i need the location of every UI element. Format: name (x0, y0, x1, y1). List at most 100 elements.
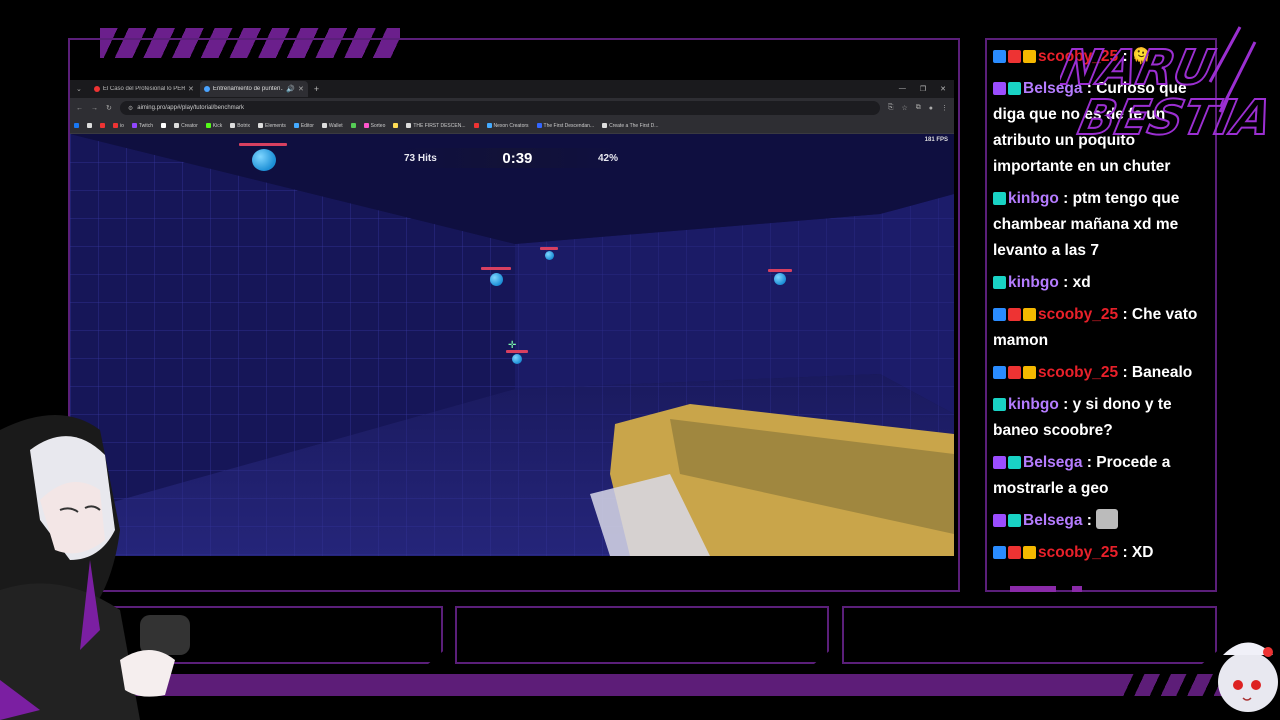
bookmark-favicon-icon (100, 123, 105, 128)
badge-icon (993, 398, 1006, 411)
bookmark-favicon-icon (536, 123, 542, 128)
bookmark-item[interactable]: Create a The First D... (602, 123, 658, 129)
user-badges (993, 366, 1036, 379)
bookmark-item[interactable] (350, 123, 356, 128)
bookmark-item[interactable]: Creator (174, 123, 198, 129)
url-field[interactable]: ⚙ aiming.pro/app#/play/tutorial/benchmar… (119, 101, 880, 115)
reload-icon[interactable]: ↻ (106, 104, 112, 112)
window-controls: — ❐ ✕ (899, 85, 954, 93)
bookmark-item[interactable] (473, 123, 479, 128)
bottom-panel-center (455, 606, 829, 664)
badge-icon (1008, 366, 1021, 379)
close-icon[interactable]: ✕ (298, 85, 304, 93)
user-badges (993, 82, 1021, 95)
speaker-icon[interactable]: 🔊 (286, 85, 295, 93)
tab-video[interactable]: El Caso del Profesional lo PERD... ✕ (90, 81, 198, 97)
chat-username[interactable]: kinbgo (1008, 274, 1059, 291)
badge-icon (1008, 456, 1021, 469)
bookmark-item[interactable] (87, 123, 92, 128)
badge-icon (993, 514, 1006, 527)
badge-icon (1008, 514, 1021, 527)
bottom-panel-right (842, 606, 1217, 664)
bookmark-item[interactable]: io (113, 123, 124, 129)
back-icon[interactable]: ← (76, 105, 83, 112)
youtube-icon (93, 86, 100, 92)
bookmark-favicon-icon (293, 123, 299, 128)
hits-counter: 73 Hits (404, 152, 437, 164)
bookmark-item[interactable]: Kick (205, 123, 222, 129)
bookmark-star-icon[interactable]: ☆ (901, 104, 907, 112)
channel-logo: NARU BESTIA (1060, 26, 1270, 147)
chat-text: : (1082, 512, 1097, 529)
chat-text: : Banealo (1118, 364, 1193, 381)
target-sphere[interactable] (512, 354, 522, 364)
user-badges (993, 192, 1006, 205)
bookmark-favicon-icon (406, 123, 412, 128)
bookmark-item[interactable]: Twitch (131, 123, 153, 129)
forward-icon[interactable]: → (91, 105, 98, 112)
bookmark-label: The First Descendan... (543, 122, 595, 129)
chat-username[interactable]: kinbgo (1008, 396, 1059, 413)
bookmark-favicon-icon (486, 123, 492, 128)
bookmark-favicon-icon (393, 123, 399, 128)
minimize-icon[interactable]: — (899, 85, 906, 93)
maximize-icon[interactable]: ❐ (920, 85, 926, 93)
chat-message: kinbgo : y si dono y te baneo scoobre? (993, 392, 1219, 444)
bookmark-item[interactable]: Nexon Creators (486, 123, 529, 129)
bookmark-label: Creator (181, 122, 198, 129)
game-hud: 73 Hits 0:39 42% (400, 148, 622, 168)
chat-message: kinbgo : xd (993, 270, 1219, 296)
bookmark-label: Wallet (328, 122, 343, 129)
bookmark-item[interactable]: Elements (258, 123, 286, 129)
bookmark-label: Sorteo (370, 122, 386, 129)
tab-aiming[interactable]: Entrenamiento de punterí... 🔊 ✕ (199, 81, 308, 97)
bookmark-item[interactable] (161, 123, 167, 128)
bookmark-favicon-icon (321, 123, 327, 128)
bookmark-item[interactable]: Editor (293, 123, 314, 129)
translate-icon[interactable]: ⎘ (888, 104, 894, 112)
close-icon[interactable]: ✕ (188, 85, 194, 93)
url-text: aiming.pro/app#/play/tutorial/benchmark (137, 105, 244, 111)
cat-emote (1096, 509, 1119, 529)
bookmark-item[interactable] (74, 123, 79, 128)
extensions-icon[interactable]: ⧉ (916, 104, 921, 112)
accuracy-readout: 42% (597, 152, 618, 164)
badge-icon (993, 82, 1006, 95)
streamer-avatar (0, 415, 190, 720)
chat-username[interactable]: Belsega (1023, 454, 1082, 471)
profile-icon[interactable]: ● (929, 105, 933, 112)
chat-username[interactable]: scooby_25 (1038, 364, 1118, 381)
bookmark-item[interactable] (100, 123, 105, 128)
target-sphere[interactable] (490, 273, 503, 286)
badge-icon (993, 276, 1006, 289)
user-badges (993, 456, 1021, 469)
bookmark-label: Elements (265, 122, 286, 129)
chat-username[interactable]: kinbgo (1008, 190, 1059, 207)
close-window-icon[interactable]: ✕ (940, 85, 946, 93)
site-info-icon[interactable]: ⚙ (128, 105, 133, 112)
logo-word-1: NARU (1060, 40, 1219, 95)
user-badges (993, 514, 1021, 527)
chat-username[interactable]: scooby_25 (1038, 306, 1118, 323)
tab-search-icon[interactable]: ⌄ (76, 85, 82, 93)
chat-username[interactable]: scooby_25 (1038, 544, 1118, 561)
bookmark-favicon-icon (473, 123, 479, 128)
bookmark-item[interactable] (393, 123, 399, 128)
bookmark-item[interactable]: Botrix (230, 123, 250, 129)
tab-strip: ⌄ El Caso del Profesional lo PERD... ✕ E… (70, 80, 954, 98)
target-sphere[interactable] (774, 273, 786, 285)
bookmark-item[interactable]: THE FIRST DESCEN... (406, 123, 466, 129)
bookmark-item[interactable]: Wallet (321, 122, 343, 129)
chat-bar-decoration (1010, 586, 1056, 592)
target-sphere[interactable] (545, 251, 554, 260)
site-icon (203, 86, 210, 92)
tab-label: Entrenamiento de punterí... (212, 86, 284, 92)
target-sphere[interactable] (252, 149, 276, 171)
bookmark-item[interactable]: Sorteo (363, 122, 386, 129)
chat-username[interactable]: Belsega (1023, 512, 1082, 529)
new-tab-icon[interactable]: + (314, 84, 319, 94)
bookmark-item[interactable]: The First Descendan... (536, 122, 595, 129)
menu-icon[interactable]: ⋮ (941, 104, 948, 112)
bookmark-favicon-icon (131, 123, 137, 128)
bookmark-favicon-icon (602, 123, 608, 128)
